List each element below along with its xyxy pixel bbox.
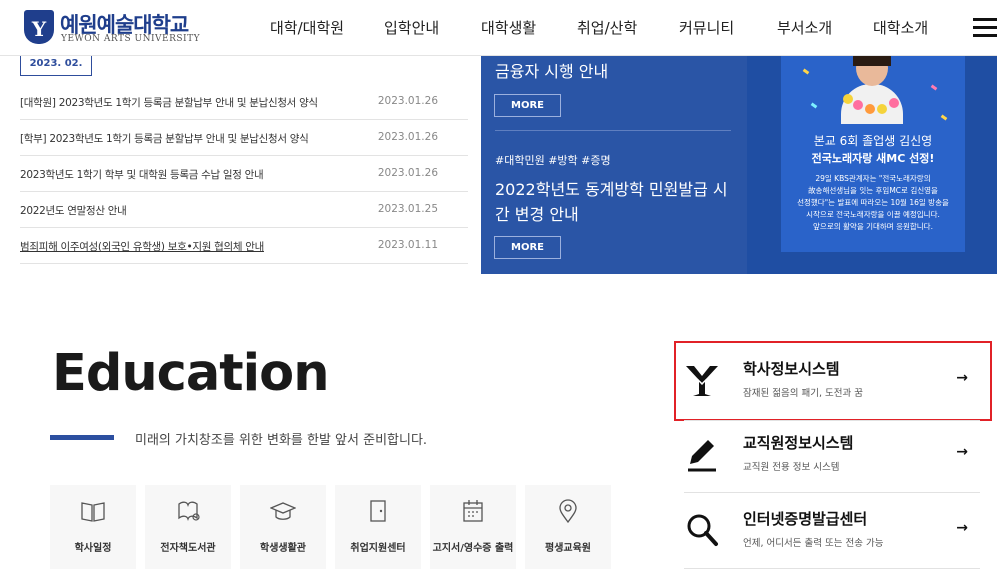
- quicklink-label: 학사일정: [74, 543, 112, 554]
- quicklink-label: 고지서/영수증 출력: [432, 543, 514, 554]
- notice-date: 2023.01.11: [377, 239, 438, 251]
- nav-item-community[interactable]: 커뮤니티: [679, 17, 734, 38]
- person-photo: [839, 56, 905, 126]
- quicklink-label: 취업지원센터: [350, 543, 406, 554]
- logo-subtitle: YEWON ARTS UNIVERSITY: [61, 34, 201, 44]
- promo-headline: 본교 6회 졸업생 김신영: [813, 134, 933, 148]
- promo-body-line: 앞으로의 활약을 기대하며 응원합니다.: [813, 222, 933, 231]
- promo-body-line: 선정했다"는 발표에 따라오는 10월 16일 방송을: [797, 198, 949, 207]
- quicklink-dormitory[interactable]: 학생생활관: [240, 485, 326, 569]
- system-name: 교직원정보시스템: [743, 434, 854, 452]
- notice-title: 2022년도 연말정산 안내: [20, 205, 127, 217]
- arrow-right-icon: →: [956, 444, 968, 460]
- ebook-icon: [178, 501, 200, 522]
- more-button[interactable]: MORE: [494, 94, 561, 117]
- confetti-decoration: [810, 102, 818, 109]
- quicklink-lifelong-education[interactable]: 평생교육원: [525, 485, 611, 569]
- notice-item[interactable]: [대학원] 2023학년도 1학기 등록금 분할납부 안내 및 분납신청서 양식…: [20, 84, 468, 120]
- feature-panel: 금융자 시행 안내 MORE #대학민원 #방학 #증명 2022학년도 동계방…: [481, 56, 747, 274]
- notice-item[interactable]: 2022년도 연말정산 안내 2023.01.25: [20, 192, 468, 228]
- system-name: 인터넷증명발급센터: [743, 510, 868, 528]
- feature-title-line1[interactable]: 2022학년도 동계방학 민원발급 시: [495, 177, 728, 203]
- notice-title: [대학원] 2023학년도 1학기 등록금 분할납부 안내 및 분납신청서 양식: [20, 97, 318, 109]
- system-description: 언제, 어디서든 출력 또는 전송 가능: [743, 538, 884, 549]
- quicklink-academic-calendar[interactable]: 학사일정: [50, 485, 136, 569]
- nav-item-campus-life[interactable]: 대학생활: [481, 17, 536, 38]
- promo-card: 본교 6회 졸업생 김신영 전국노래자랑 새MC 선정! 29일 KBS관계자는…: [781, 56, 965, 252]
- calendar-icon: [463, 500, 483, 522]
- quicklink-label: 전자책도서관: [160, 543, 216, 554]
- notice-title: 2023학년도 1학기 학부 및 대학원 등록금 수납 일정 안내: [20, 169, 264, 181]
- quicklink-receipt-print[interactable]: 고지서/영수증 출력: [430, 485, 516, 569]
- quicklink-label: 학생생활관: [260, 543, 306, 554]
- education-subtitle: 미래의 가치창조를 위한 변화를 한발 앞서 준비합니다.: [135, 433, 428, 448]
- notice-title: [학부] 2023학년도 1학기 등록금 분할납부 안내 및 분납신청서 양식: [20, 133, 309, 145]
- feature-tags: #대학민원 #방학 #증명: [495, 154, 611, 167]
- feature-title-line2[interactable]: 간 변경 안내: [495, 202, 579, 228]
- arrow-right-icon: →: [956, 520, 968, 536]
- staff-info-system-link[interactable]: 교직원정보시스템 교직원 전용 정보 시스템 →: [684, 420, 980, 490]
- graduation-cap-icon: [270, 502, 296, 520]
- notice-date: 2023.01.25: [377, 203, 438, 215]
- education-accent-bar: [50, 435, 114, 440]
- feature-divider: [495, 130, 731, 131]
- pen-icon: [688, 440, 716, 472]
- search-icon: [687, 514, 718, 546]
- site-logo[interactable]: Y 예원예술대학교 YEWON ARTS UNIVERSITY: [24, 8, 204, 48]
- nav-item-graduate[interactable]: 대학/대학원: [270, 17, 344, 38]
- highlight-box: [674, 341, 992, 421]
- door-icon: [370, 500, 386, 522]
- confetti-decoration: [930, 84, 938, 91]
- promo-body-line: 시작으로 전국노래자랑을 이끌 예정입니다.: [806, 210, 940, 219]
- education-title: Education: [52, 344, 330, 403]
- notice-item[interactable]: 범죄피해 이주여성(외국인 유학생) 보호•지원 협의체 안내 2023.01.…: [20, 228, 468, 264]
- quicklink-career-center[interactable]: 취업지원센터: [335, 485, 421, 569]
- notice-item[interactable]: [학부] 2023학년도 1학기 등록금 분할납부 안내 및 분납신청서 양식 …: [20, 120, 468, 156]
- system-divider: [684, 568, 980, 569]
- more-button-2[interactable]: MORE: [494, 236, 561, 259]
- notice-date: 2023.01.26: [377, 95, 438, 107]
- month-tag: 2023. 02.: [20, 54, 92, 76]
- notice-date: 2023.01.26: [377, 131, 438, 143]
- quicklink-ebook-library[interactable]: 전자책도서관: [145, 485, 231, 569]
- promo-banner[interactable]: 본교 6회 졸업생 김신영 전국노래자랑 새MC 선정! 29일 KBS관계자는…: [747, 56, 997, 274]
- location-pin-icon: [559, 499, 577, 524]
- promo-body-line: 29일 KBS관계자는 "전국노래자랑의: [815, 174, 931, 183]
- book-icon: [81, 502, 105, 522]
- nav-item-admission[interactable]: 입학안내: [384, 17, 439, 38]
- feature-top-title[interactable]: 금융자 시행 안내: [495, 59, 608, 85]
- notice-title: 범죄피해 이주여성(외국인 유학생) 보호•지원 협의체 안내: [20, 241, 264, 253]
- site-header: Y 예원예술대학교 YEWON ARTS UNIVERSITY 대학/대학원 입…: [0, 0, 997, 56]
- nav-item-employment[interactable]: 취업/산학: [577, 17, 637, 38]
- promo-body-line: 故송해선생님을 잇는 후임MC로 김신영을: [808, 186, 938, 195]
- notice-date: 2023.01.26: [377, 167, 438, 179]
- nav-item-about[interactable]: 대학소개: [873, 17, 928, 38]
- confetti-decoration: [802, 68, 810, 75]
- certificate-center-link[interactable]: 인터넷증명발급센터 언제, 어디서든 출력 또는 전송 가능 →: [684, 496, 980, 566]
- notice-item[interactable]: 2023학년도 1학기 학부 및 대학원 등록금 수납 일정 안내 2023.0…: [20, 156, 468, 192]
- university-emblem-icon: Y: [24, 10, 54, 44]
- system-description: 교직원 전용 정보 시스템: [743, 462, 840, 473]
- quicklink-label: 평생교육원: [545, 543, 591, 554]
- promo-subheadline: 전국노래자랑 새MC 선정!: [811, 152, 935, 165]
- system-divider: [684, 492, 980, 493]
- hamburger-icon[interactable]: [973, 18, 997, 38]
- nav-item-departments[interactable]: 부서소개: [777, 17, 832, 38]
- confetti-decoration: [940, 114, 948, 121]
